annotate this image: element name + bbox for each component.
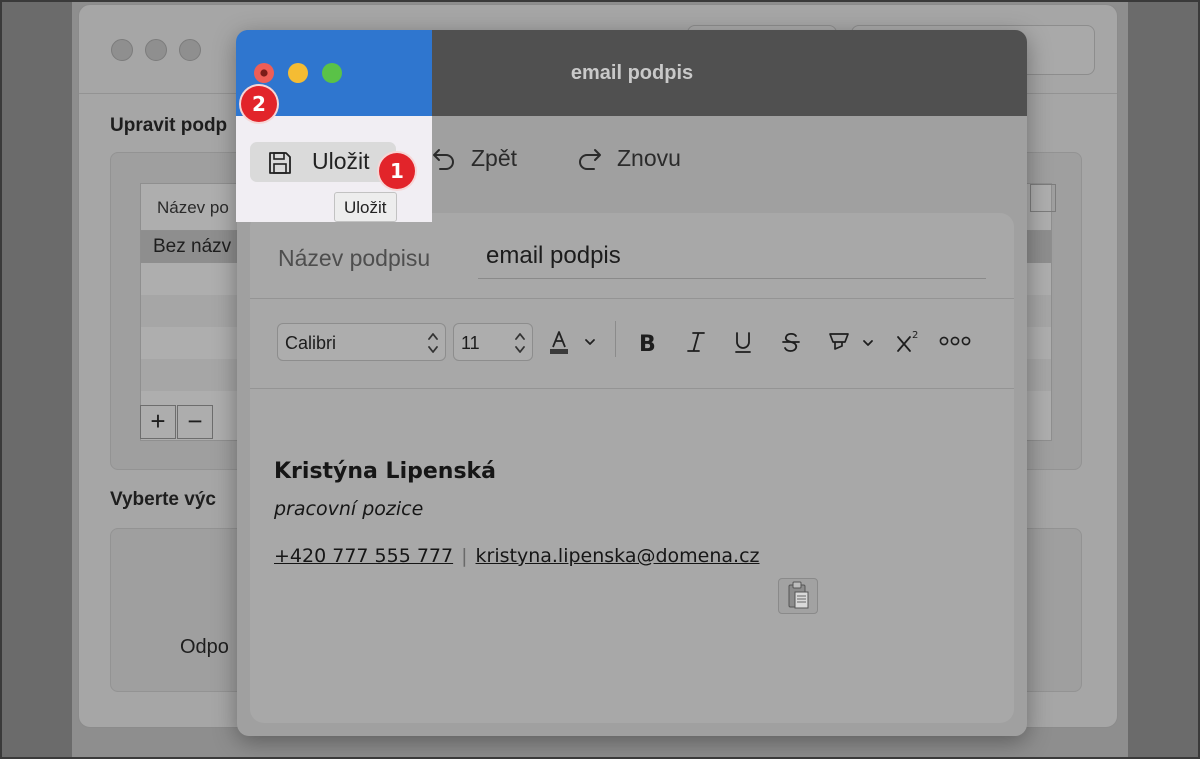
signature-name-label: Název podpisu [278,245,431,271]
clipboard-icon [788,581,809,609]
signature-email-link[interactable]: kristyna.lipenska@domena.cz [476,545,760,567]
floppy-disk-icon [269,152,291,174]
divider [250,298,1014,299]
close-button[interactable] [254,63,274,83]
bg-add-button[interactable]: + [140,405,176,439]
step-badge-2: 2 [241,86,277,122]
zoom-button[interactable] [322,63,342,83]
redo-icon [579,148,601,170]
font-family-value: Calibri [285,333,337,353]
undo-label: Zpět [471,145,518,171]
bg-zoom-light[interactable] [179,39,201,61]
signature-name-underline [478,278,986,279]
svg-text:B: B [639,332,656,355]
minimize-button[interactable] [288,63,308,83]
save-tooltip: Uložit [334,192,397,222]
strikethrough-icon[interactable] [779,329,803,355]
signature-name-field[interactable]: email podpis [486,242,621,270]
bg-heading-edit: Upravit podp [110,115,228,136]
close-icon [260,69,268,77]
underline-icon[interactable] [731,329,755,355]
undo-icon [433,148,454,170]
signature-job-title: pracovní pozice [274,498,424,520]
highlight-icon[interactable] [826,329,878,357]
undo-button[interactable]: Zpět [431,145,517,172]
signature-phone-link[interactable]: +420 777 555 777 [274,545,453,567]
divider [250,388,1014,389]
bold-icon[interactable]: B [636,329,660,355]
bg-bottom-label: Odpo [180,636,229,658]
bg-column-header: Název po [157,198,229,217]
font-color-icon[interactable] [548,327,600,357]
redo-button[interactable]: Znovu [575,145,681,172]
contact-separator: | [461,545,468,567]
signature-contact-line: +420 777 555 777 | kristyna.lipenska@domen… [274,545,760,567]
stepper-arrows-icon [515,333,525,353]
font-size-value: 11 [461,333,480,353]
svg-text:2: 2 [912,330,918,341]
redo-label: Znovu [617,145,681,171]
save-button[interactable]: Uložit [250,142,396,182]
step-badge-1: 1 [379,153,415,189]
save-button-label: Uložit [312,148,370,174]
italic-icon[interactable] [684,329,708,355]
bg-minimize-light[interactable] [145,39,167,61]
bg-heading-select: Vyberte výc [110,489,216,510]
paste-options-button[interactable] [778,578,818,614]
bg-remove-button[interactable]: − [177,405,213,439]
signature-person-name: Kristýna Lipenská [274,459,497,484]
bg-checkbox[interactable] [1030,184,1056,212]
stepper-arrows-icon [428,333,438,353]
bg-close-light[interactable] [111,39,133,61]
format-divider [615,321,616,357]
font-size-select[interactable]: 11 [453,323,533,361]
signature-content-card: Název podpisu email podpis Calibri 11 B [250,213,1014,723]
more-icon[interactable] [939,331,971,351]
superscript-icon[interactable]: 2 [894,327,922,355]
bg-row-label: Bez názv [153,236,232,257]
font-family-select[interactable]: Calibri [277,323,446,361]
